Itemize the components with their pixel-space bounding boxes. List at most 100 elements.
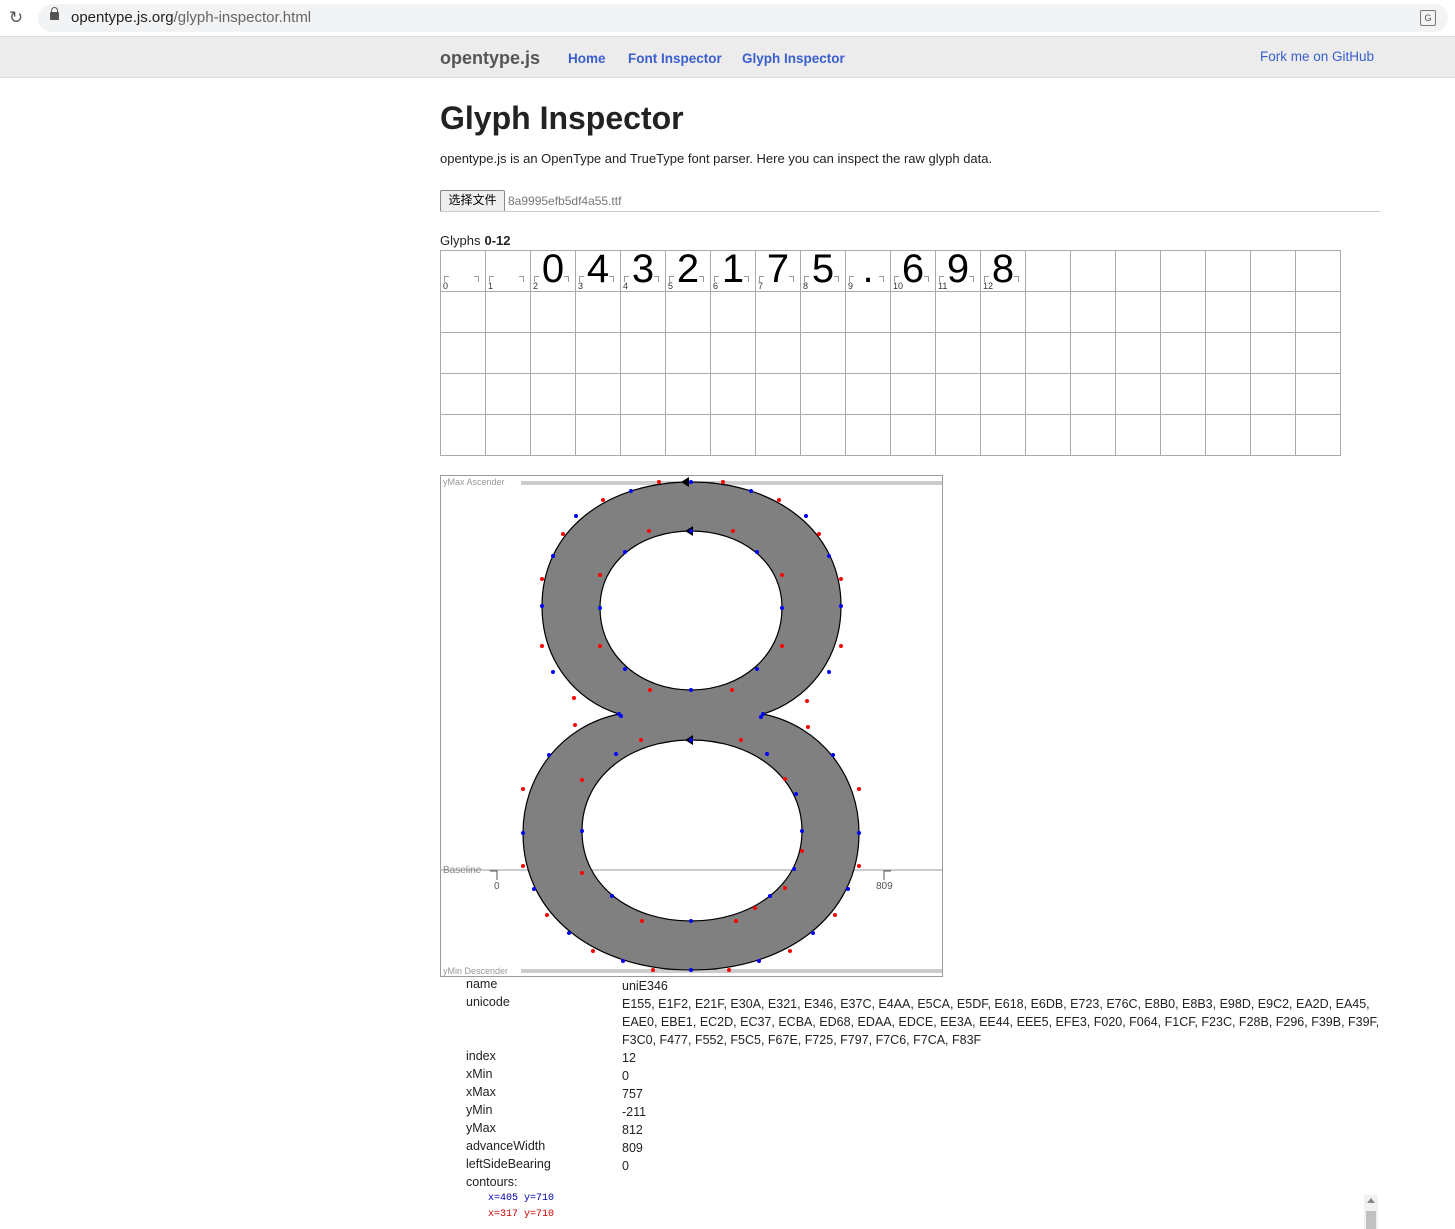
glyph-cell-empty[interactable] [1070,414,1116,456]
glyph-cell-empty[interactable] [755,373,801,415]
glyph-cell-empty[interactable] [710,291,756,333]
glyph-cell-empty[interactable] [1205,414,1251,456]
glyph-cell-empty[interactable] [1295,332,1341,374]
glyph-cell-empty[interactable] [1070,332,1116,374]
glyph-cell-empty[interactable] [530,414,576,456]
glyph-cell-empty[interactable] [1250,332,1296,374]
glyph-cell-empty[interactable] [1160,250,1206,292]
glyph-cell-empty[interactable] [665,373,711,415]
url-text[interactable]: opentype.js.org/glyph-inspector.html [71,9,311,26]
glyph-cell-empty[interactable] [530,332,576,374]
glyph-cell-empty[interactable] [935,332,981,374]
glyph-cell-empty[interactable] [710,332,756,374]
glyph-cell-empty[interactable] [1250,414,1296,456]
glyph-cell-empty[interactable] [1115,250,1161,292]
glyph-cell-empty[interactable] [845,373,891,415]
glyph-cell-empty[interactable] [1025,414,1071,456]
glyph-cell-empty[interactable] [1160,332,1206,374]
glyph-cell-empty[interactable] [1070,373,1116,415]
glyph-cell-empty[interactable] [665,414,711,456]
glyph-cell-empty[interactable] [1160,373,1206,415]
glyph-cell-empty[interactable] [710,414,756,456]
glyph-cell-empty[interactable] [935,414,981,456]
glyph-cell-empty[interactable] [1115,291,1161,333]
glyph-cell-empty[interactable] [1025,291,1071,333]
glyph-cell[interactable]: 9. [845,247,891,292]
glyph-cell-empty[interactable] [1025,250,1071,292]
glyph-cell[interactable]: 77 [755,247,801,292]
translate-icon[interactable]: G [1420,10,1436,26]
reload-icon[interactable]: ↻ [7,9,25,27]
glyph-cell-empty[interactable] [530,291,576,333]
address-bar[interactable]: opentype.js.org/glyph-inspector.html G [38,4,1448,32]
glyph-cell-empty[interactable] [575,332,621,374]
glyph-cell-empty[interactable] [620,332,666,374]
glyph-cell[interactable]: 0 [440,250,486,292]
glyph-cell-empty[interactable] [1295,414,1341,456]
glyph-cell-empty[interactable] [890,414,936,456]
glyph-cell-empty[interactable] [1025,332,1071,374]
glyph-cell-empty[interactable] [935,291,981,333]
glyph-cell-empty[interactable] [710,373,756,415]
glyph-cell-empty[interactable] [935,373,981,415]
glyph-cell-empty[interactable] [1250,291,1296,333]
glyph-cell-empty[interactable] [1070,291,1116,333]
nav-link-font-inspector[interactable]: Font Inspector [628,51,722,66]
glyph-cell[interactable]: 61 [710,247,756,292]
glyph-cell[interactable]: 1 [485,250,531,292]
glyph-cell-empty[interactable] [1205,373,1251,415]
glyph-cell-empty[interactable] [1115,373,1161,415]
glyph-cell-empty[interactable] [890,332,936,374]
glyph-cell-empty[interactable] [890,373,936,415]
glyph-cell-empty[interactable] [755,414,801,456]
glyph-cell-empty[interactable] [440,332,486,374]
glyph-cell-empty[interactable] [1295,250,1341,292]
glyph-cell-empty[interactable] [980,414,1026,456]
glyph-cell-empty[interactable] [485,414,531,456]
glyph-cell-empty[interactable] [1070,250,1116,292]
glyph-cell-empty[interactable] [980,332,1026,374]
glyph-cell[interactable]: 11 9 [935,247,981,292]
glyph-cell-empty[interactable] [620,373,666,415]
glyph-cell-empty[interactable] [1160,291,1206,333]
glyph-cell-empty[interactable] [575,414,621,456]
glyph-cell-empty[interactable] [1205,291,1251,333]
glyph-cell-empty[interactable] [530,373,576,415]
glyph-cell[interactable]: 85 [800,247,846,292]
glyph-cell-empty[interactable] [845,291,891,333]
glyph-cell-empty[interactable] [890,291,936,333]
glyph-cell-empty[interactable] [800,332,846,374]
glyph-cell-empty[interactable] [1295,373,1341,415]
glyph-cell-empty[interactable] [845,332,891,374]
glyph-cell-empty[interactable] [1250,250,1296,292]
glyph-cell-empty[interactable] [980,291,1026,333]
glyph-cell-empty[interactable] [1115,332,1161,374]
choose-file-button[interactable]: 选择文件 [440,190,505,212]
glyph-cell-empty[interactable] [755,291,801,333]
glyph-cell-empty[interactable] [1115,414,1161,456]
glyph-cell-empty[interactable] [800,291,846,333]
glyph-cell-empty[interactable] [665,332,711,374]
glyph-cell-empty[interactable] [485,291,531,333]
glyph-cell-empty[interactable] [800,414,846,456]
glyph-cell-empty[interactable] [1295,291,1341,333]
glyph-cell-empty[interactable] [620,414,666,456]
glyph-cell-empty[interactable] [1025,373,1071,415]
glyph-cell-empty[interactable] [1205,332,1251,374]
glyph-cell-empty[interactable] [440,373,486,415]
glyph-cell-empty[interactable] [980,373,1026,415]
scroll-thumb[interactable] [1366,1211,1376,1229]
glyph-cell-empty[interactable] [485,332,531,374]
glyph-cell-empty[interactable] [755,332,801,374]
contours-scrollbar[interactable] [1364,1195,1378,1229]
glyph-cell-empty[interactable] [665,291,711,333]
glyphs-range-link[interactable]: 0-12 [484,233,510,248]
glyph-cell[interactable]: 20 [530,247,576,292]
lock-icon[interactable] [50,7,59,20]
nav-link-home[interactable]: Home [568,51,606,66]
glyph-cell-empty[interactable] [575,373,621,415]
glyph-cell-empty[interactable] [845,414,891,456]
glyph-cell-empty[interactable] [1205,250,1251,292]
brand-logo[interactable]: opentype.js [440,48,540,69]
glyph-cell[interactable]: 34 [575,247,621,292]
